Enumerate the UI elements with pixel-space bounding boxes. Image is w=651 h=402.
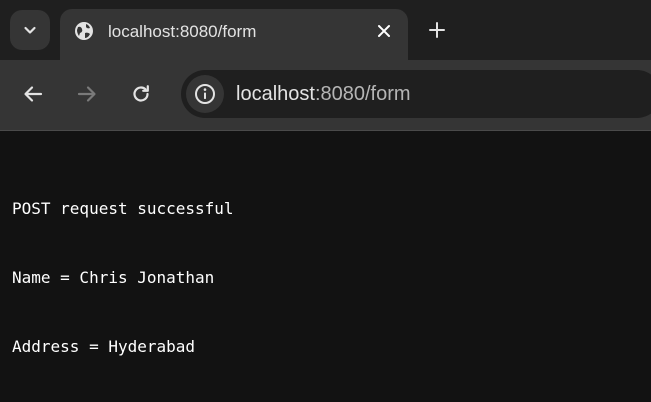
toolbar-divider [0, 130, 651, 131]
globe-icon [75, 22, 93, 40]
arrow-left-icon [24, 86, 43, 102]
tab-strip: localhost:8080/form [0, 0, 651, 60]
reload-button[interactable] [127, 80, 155, 108]
new-tab-button[interactable] [425, 18, 449, 42]
url-path: :8080/form [314, 83, 411, 105]
active-tab[interactable]: localhost:8080/form [60, 9, 408, 60]
chevron-down-icon [24, 26, 36, 34]
name-line: Name = Chris Jonathan [12, 268, 215, 287]
status-message: POST request successful [12, 199, 234, 218]
back-button[interactable] [19, 80, 47, 108]
toolbar: localhost:8080/form [0, 60, 651, 130]
close-icon [378, 25, 390, 37]
page-content: POST request successful Name = Chris Jon… [12, 151, 234, 381]
address-line: Address = Hyderabad [12, 337, 196, 356]
tab-title: localhost:8080/form [108, 22, 257, 41]
address-bar[interactable]: localhost:8080/form [181, 70, 651, 118]
close-tab-button[interactable] [373, 20, 395, 42]
forward-button[interactable] [73, 80, 101, 108]
arrow-right-icon [77, 86, 96, 102]
url-text[interactable]: localhost:8080/form [236, 82, 411, 106]
reload-icon [133, 85, 149, 102]
tab-search-button[interactable] [10, 10, 50, 50]
url-host: localhost [236, 83, 315, 105]
info-icon [195, 84, 215, 104]
site-info-button[interactable] [186, 75, 224, 113]
plus-icon [429, 22, 445, 38]
